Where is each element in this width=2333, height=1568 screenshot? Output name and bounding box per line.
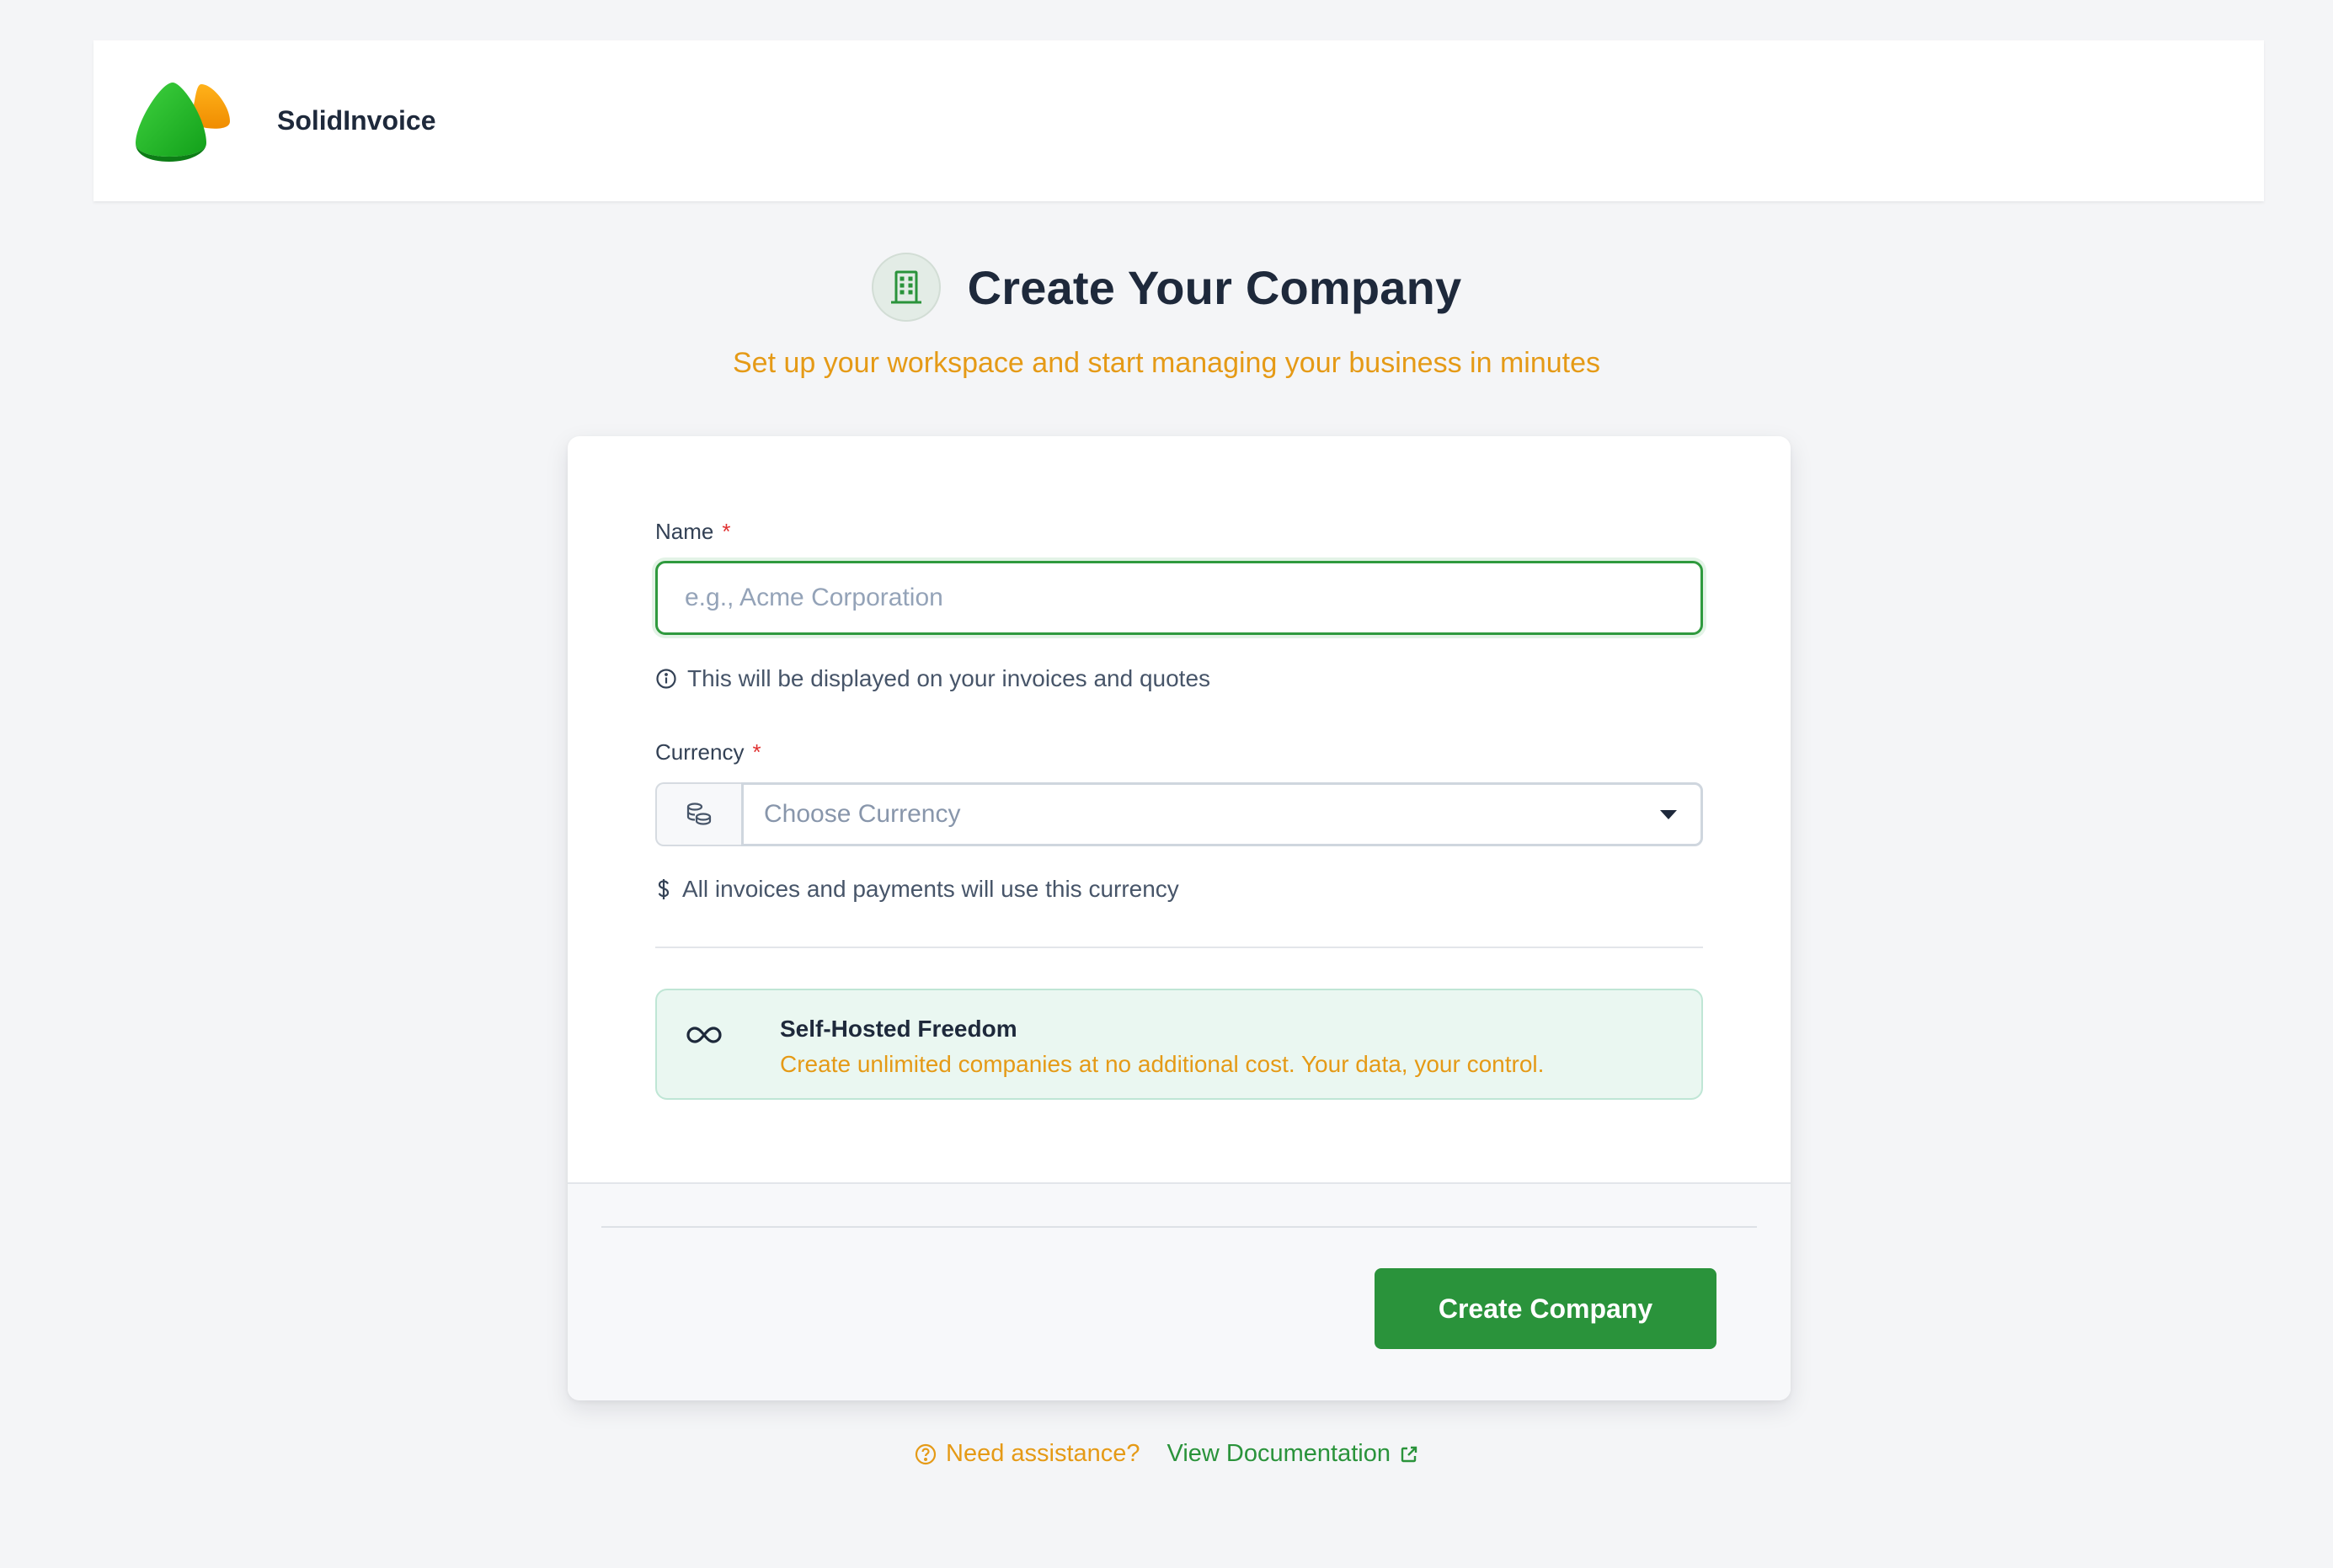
currency-hint: All invoices and payments will use this … [655, 876, 1179, 903]
callout-title: Self-Hosted Freedom [780, 1016, 1017, 1042]
form-body: Name * This will be displayed on your inv… [568, 436, 1791, 1182]
name-hint-text: This will be displayed on your invoices … [687, 665, 1211, 691]
need-assistance-text: Need assistance? [946, 1440, 1140, 1467]
view-documentation-text: View Documentation [1166, 1440, 1391, 1467]
divider [655, 947, 1703, 948]
building-icon [871, 253, 941, 322]
solidinvoice-logo[interactable] [136, 81, 245, 165]
coins-icon [655, 782, 741, 846]
currency-select[interactable]: Choose Currency [741, 782, 1703, 846]
page-header: Create Your Company Set up your workspac… [0, 253, 2333, 380]
currency-field: Choose Currency [655, 782, 1703, 846]
help-links: Need assistance? View Documentation [0, 1440, 2333, 1468]
chevron-down-icon [1660, 809, 1677, 819]
required-marker: * [722, 519, 731, 544]
infinity-icon [686, 1027, 722, 1043]
name-hint: This will be displayed on your invoices … [655, 665, 1210, 692]
top-navbar: SolidInvoice [93, 40, 2264, 201]
currency-label-text: Currency [655, 739, 745, 765]
brand-name: SolidInvoice [277, 105, 436, 136]
info-circle-icon [656, 669, 676, 689]
currency-select-placeholder: Choose Currency [764, 800, 961, 828]
callout-text: Create unlimited companies at no additio… [780, 1051, 1545, 1077]
view-documentation-link[interactable]: View Documentation [1167, 1440, 1419, 1468]
question-circle-icon [915, 1443, 937, 1464]
create-company-card: Name * This will be displayed on your inv… [568, 436, 1791, 1400]
self-hosted-callout: Self-Hosted Freedom Create unlimited com… [655, 989, 1703, 1100]
name-label-text: Name [655, 519, 714, 544]
dollar-icon [658, 879, 670, 899]
page-subtitle: Set up your workspace and start managing… [733, 347, 1600, 379]
footer-divider [601, 1226, 1757, 1228]
currency-hint-text: All invoices and payments will use this … [682, 876, 1179, 902]
need-assistance: Need assistance? [914, 1440, 1140, 1468]
name-label: Name * [655, 519, 730, 545]
create-company-button[interactable]: Create Company [1375, 1268, 1716, 1349]
required-marker: * [752, 739, 761, 765]
form-footer: Create Company [568, 1182, 1791, 1400]
currency-label: Currency * [655, 739, 761, 765]
company-name-input[interactable] [655, 561, 1703, 635]
external-link-icon [1401, 1446, 1417, 1462]
page-title: Create Your Company [967, 260, 1462, 314]
